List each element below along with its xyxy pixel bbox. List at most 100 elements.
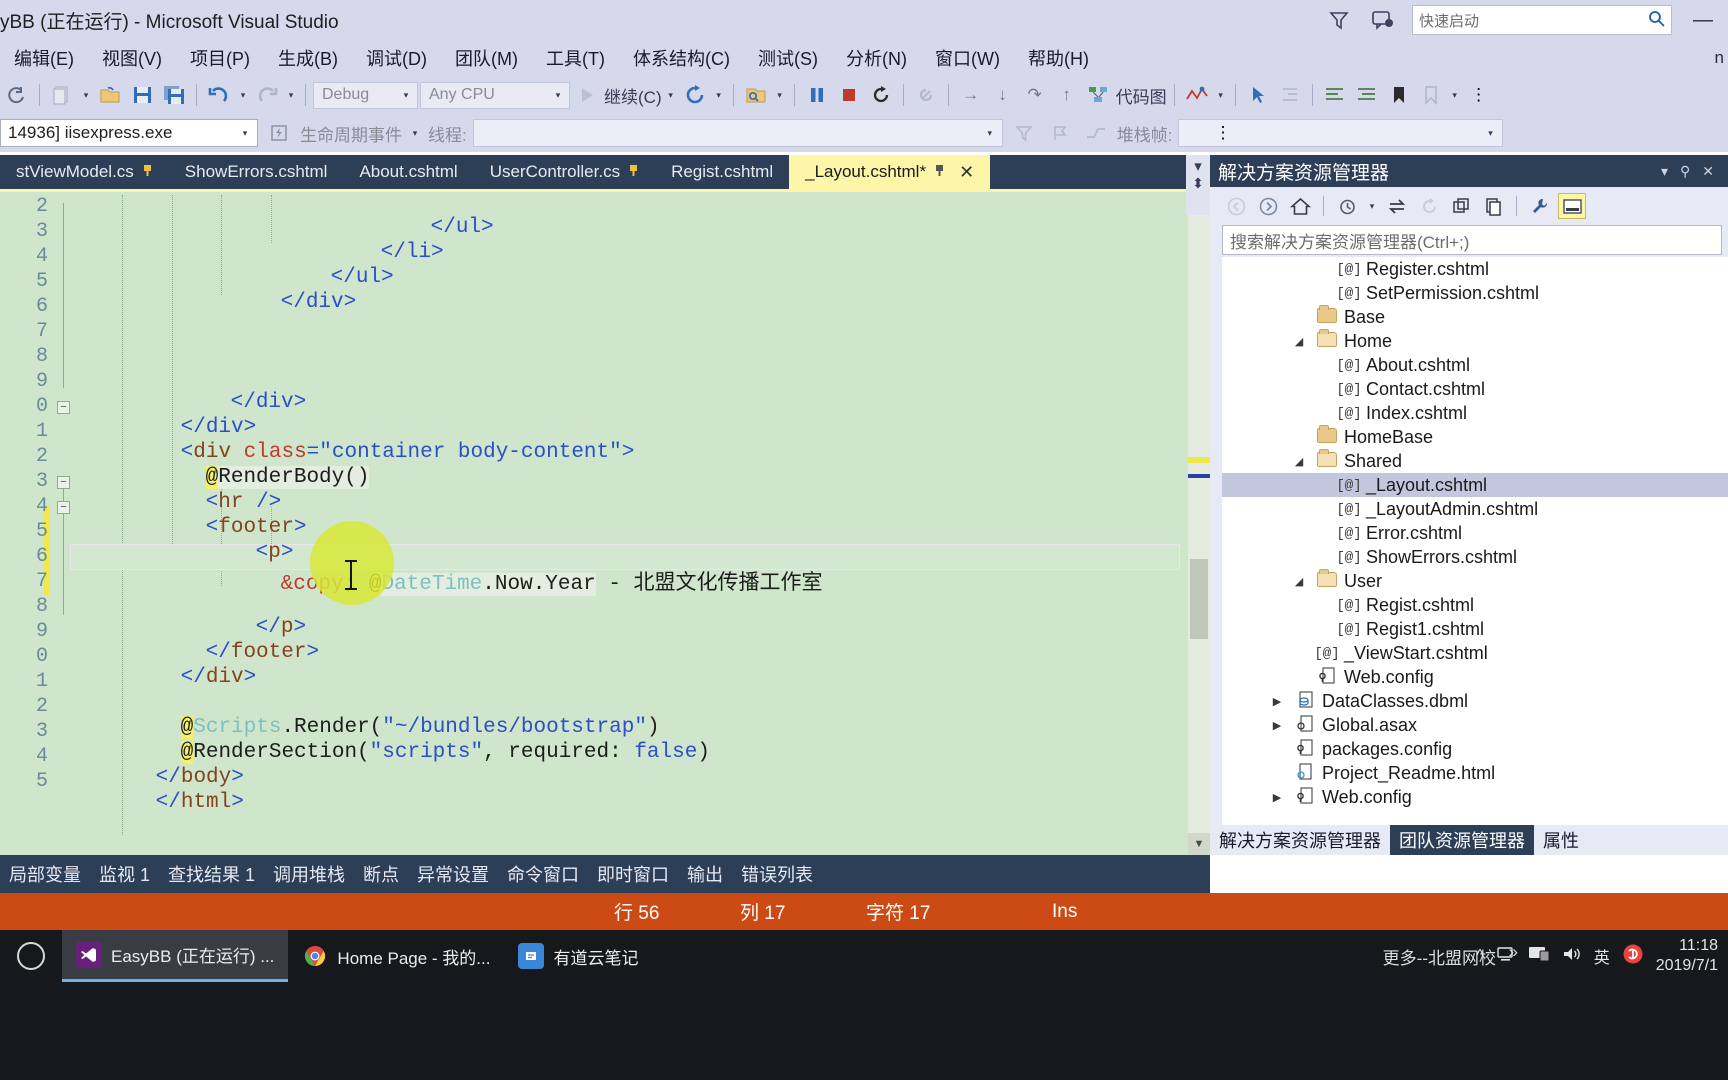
funnel-icon[interactable] [1324,5,1354,35]
flag-icon[interactable] [1045,118,1075,148]
hot-reload-icon[interactable] [680,80,710,110]
pin-icon[interactable]: ⚲ [1674,163,1696,180]
tree-item-layout-cshtml[interactable]: [@] _Layout.cshtml [1222,473,1728,497]
minimize-button[interactable]: — [1686,9,1720,32]
bottom-tab-watch-1[interactable]: 监视 1 [90,861,159,887]
bottom-tab-command-window[interactable]: 命令窗口 [498,861,588,887]
pin-icon[interactable] [628,164,639,180]
menu-item-team[interactable]: 团队(M) [441,43,532,73]
lifecycle-events-icon[interactable] [264,118,294,148]
toggle-bookmark-icon[interactable] [1416,80,1446,110]
wrench-icon[interactable] [1526,193,1554,219]
tree-item-index-cshtml[interactable]: [@] Index.cshtml [1222,401,1728,425]
tree-item-about-cshtml[interactable]: [@] About.cshtml [1222,353,1728,377]
menu-item-tools[interactable]: 工具(T) [532,43,619,73]
menu-item-build[interactable]: 生成(B) [264,43,352,73]
code-editor-surface[interactable]: 2 3 4 5 6 7 8 9 0 1 2 3 4 5 6 7 8 9 0 1 … [0,189,1210,855]
undo-chevron-down-icon[interactable]: ▾ [236,90,250,101]
bottom-tab-breakpoints[interactable]: 断点 [354,861,408,887]
bottom-tab-find-results-1[interactable]: 查找结果 1 [159,861,264,887]
tree-item-regist-cshtml[interactable]: [@] Regist.cshtml [1222,593,1728,617]
bottom-tab-error-list[interactable]: 错误列表 [732,861,822,887]
expander-collapse-icon[interactable]: ◢ [1288,575,1310,588]
toolbar-overflow-icon[interactable]: ▾ [1448,90,1462,101]
undo-icon[interactable] [204,80,234,110]
menu-item-architecture[interactable]: 体系结构(C) [619,43,744,73]
pointer-select-icon[interactable] [1243,80,1273,110]
tree-item-home[interactable]: ◢ Home [1222,329,1728,353]
step-curve-icon[interactable]: ↷ [1020,80,1050,110]
tree-item-register-cshtml[interactable]: [@] Register.cshtml [1222,257,1728,281]
bottom-tab-immediate-window[interactable]: 即时窗口 [588,861,678,887]
taskbar-item-visual-studio[interactable]: EasyBB (正在运行) ... [62,930,289,982]
step-over-icon[interactable]: → [956,80,986,110]
solution-platform-dropdown[interactable]: Any CPU ▾ [420,81,570,109]
split-icon[interactable]: ⬍ [1192,175,1204,192]
debug-toolbar-overflow-icon[interactable]: ⋮ [1208,118,1238,148]
start-button[interactable] [0,930,62,982]
open-file-icon[interactable] [95,80,125,110]
editor-split-handle[interactable]: ▾ ⬍ [1186,155,1210,215]
quick-launch-input[interactable]: 快速启动 [1412,5,1672,35]
browser-select-icon[interactable] [741,80,771,110]
tree-item-global-asax[interactable]: ▶ Global.asax [1222,713,1728,737]
pin-icon[interactable] [934,164,945,180]
sogou-icon[interactable] [1622,943,1644,970]
tree-item-base[interactable]: Base [1222,305,1728,329]
tree-item-dataclasses-dbml[interactable]: ▶ DataClasses.dbml [1222,689,1728,713]
code-map-label[interactable]: 代码图 [1116,83,1167,108]
ime-language-indicator[interactable]: 英 [1594,944,1610,968]
bottom-tab-exception-settings[interactable]: 异常设置 [408,861,498,887]
tree-item-user[interactable]: ◢ User [1222,569,1728,593]
collapse-all-icon[interactable] [1447,193,1475,219]
comment-lines-icon[interactable] [1320,80,1350,110]
bookmark-icon[interactable] [1384,80,1414,110]
step-out-icon[interactable]: ↑ [1052,80,1082,110]
solution-search-input[interactable]: 搜索解决方案资源管理器(Ctrl+;) [1222,225,1722,255]
pin-icon[interactable] [142,164,153,180]
history-icon[interactable] [1333,193,1361,219]
save-all-icon[interactable] [159,80,189,110]
show-all-files-icon[interactable] [1479,193,1507,219]
menu-item-window[interactable]: 窗口(W) [921,43,1014,73]
tree-item-project-readme-html[interactable]: Project_Readme.html [1222,761,1728,785]
tab-usercontroller-cs[interactable]: UserController.cs [474,155,655,189]
forward-icon[interactable] [1254,193,1282,219]
fold-toggle-icon[interactable]: − [57,501,70,514]
bottom-tab-output[interactable]: 输出 [678,861,732,887]
chevron-down-icon[interactable]: ▾ [1194,157,1202,175]
close-icon[interactable]: ✕ [959,162,974,183]
menu-item-analyze[interactable]: 分析(N) [832,43,921,73]
tab-stviewmodel-cs[interactable]: stViewModel.cs [0,155,169,189]
tree-item-layoutadmin-cshtml[interactable]: [@] _LayoutAdmin.cshtml [1222,497,1728,521]
tree-item-shared[interactable]: ◢ Shared [1222,449,1728,473]
menu-item-view[interactable]: 视图(V) [88,43,176,73]
panel-tab-solution-explorer[interactable]: 解决方案资源管理器 [1210,827,1390,853]
navigate-backward-icon[interactable] [2,80,32,110]
refresh-icon[interactable] [1415,193,1443,219]
lifecycle-chevron-down-icon[interactable]: ▾ [408,128,422,139]
home-icon[interactable] [1286,193,1314,219]
network-icon[interactable] [1496,945,1516,968]
back-icon[interactable] [1222,193,1250,219]
show-next-statement-icon[interactable] [911,80,941,110]
tree-item-setpermission-cshtml[interactable]: [@] SetPermission.cshtml [1222,281,1728,305]
tree-item-error-cshtml[interactable]: [@] Error.cshtml [1222,521,1728,545]
expander-expand-icon[interactable]: ▶ [1266,719,1288,732]
tree-item-regist1-cshtml[interactable]: [@] Regist1.cshtml [1222,617,1728,641]
tab-layout-cshtml[interactable]: _Layout.cshtml* ✕ [789,155,991,189]
monitor-icon[interactable] [1528,945,1550,968]
taskbar-item-youdao[interactable]: 有道云笔记 [504,930,652,982]
expander-expand-icon[interactable]: ▶ [1266,791,1288,804]
hot-reload-chevron-down-icon[interactable]: ▾ [712,90,726,101]
continue-button-label[interactable]: 继续(C) [604,83,662,108]
close-icon[interactable]: ✕ [1696,163,1720,180]
tab-about-cshtml[interactable]: About.cshtml [343,155,473,189]
new-project-icon[interactable] [47,80,77,110]
fold-toggle-icon[interactable]: − [57,401,70,414]
tree-item-homebase[interactable]: HomeBase [1222,425,1728,449]
step-into-icon[interactable]: ↓ [988,80,1018,110]
chevron-down-icon[interactable]: ▾ [1365,201,1379,212]
expander-collapse-icon[interactable]: ◢ [1288,335,1310,348]
taskbar-clock[interactable]: 11:18 2019/7/1 [1656,936,1718,976]
